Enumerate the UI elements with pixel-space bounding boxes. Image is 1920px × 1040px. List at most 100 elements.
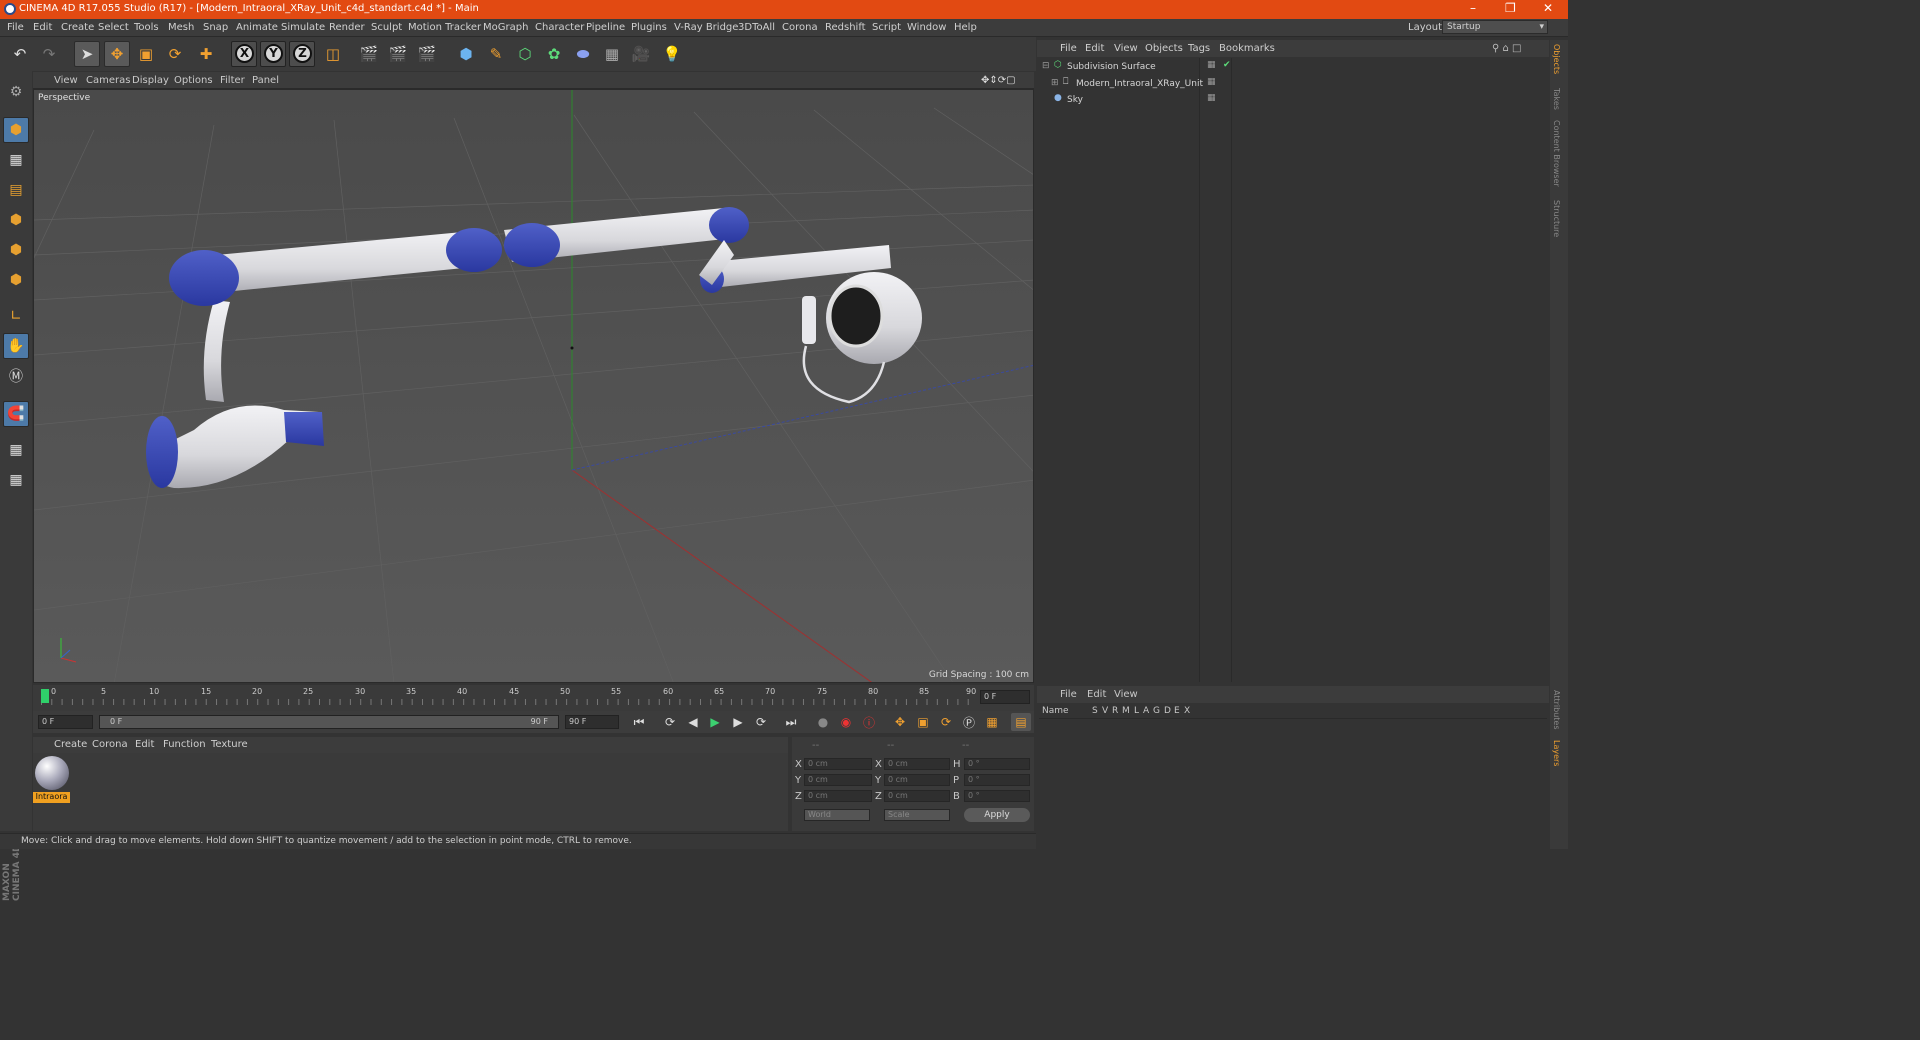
move-icon[interactable]: ✥ [104, 41, 130, 67]
obj-menu-file[interactable]: File [1060, 43, 1077, 54]
size-y-field[interactable]: 0 cm [884, 774, 950, 786]
rotate-icon[interactable]: ⟳ [162, 41, 188, 67]
timeline-ruler[interactable]: 0 5 10 15 20 25 30 35 40 45 50 55 60 65 … [33, 685, 1034, 711]
make-editable-icon[interactable]: ⚙ [3, 79, 29, 105]
tweak-mode-icon[interactable]: ✋ [3, 333, 29, 359]
workplane-icon[interactable]: ▤ [3, 177, 29, 203]
menu-redshift[interactable]: Redshift [825, 22, 866, 33]
workplane-lock-icon[interactable]: ▦ [3, 437, 29, 463]
key-scale-icon[interactable]: ▣ [913, 713, 933, 731]
edges-mode-icon[interactable]: ⬢ [3, 237, 29, 263]
menu-motion-tracker[interactable]: Motion Tracker [408, 22, 481, 33]
menu-render[interactable]: Render [329, 22, 365, 33]
floor-icon[interactable]: ▦ [599, 41, 625, 67]
cube-icon[interactable]: ⬢ [453, 41, 479, 67]
visibility-dots[interactable]: ▦ [1207, 60, 1216, 70]
timeline-layout-icon[interactable]: ▤ [1011, 713, 1031, 731]
subdivision-surface-icon[interactable]: ⬡ [512, 41, 538, 67]
size-z-field[interactable]: 0 cm [884, 790, 950, 802]
menu-simulate[interactable]: Simulate [281, 22, 325, 33]
prev-key-icon[interactable]: ⟳ [660, 713, 680, 731]
enabled-check-icon[interactable]: ✔ [1223, 60, 1231, 70]
rotation-p-field[interactable]: 0 ° [964, 774, 1030, 786]
y-axis-lock-button[interactable]: Y [260, 41, 286, 67]
model-mode-icon[interactable]: ⬢ [3, 117, 29, 143]
layer-menu-edit[interactable]: Edit [1087, 689, 1106, 700]
render-view-icon[interactable]: 🎬 [356, 41, 382, 67]
rotation-b-field[interactable]: 0 ° [964, 790, 1030, 802]
tab-attributes[interactable]: Attributes [1552, 690, 1561, 730]
keyframe-selection-icon[interactable]: ⓘ [859, 713, 879, 731]
menu-vray-bridge[interactable]: V-Ray Bridge [674, 22, 738, 33]
obj-menu-objects[interactable]: Objects [1145, 43, 1183, 54]
prev-frame-icon[interactable]: ◀ [683, 713, 703, 731]
tab-content-browser[interactable]: Content Browser [1552, 120, 1561, 187]
key-position-icon[interactable]: ✥ [890, 713, 910, 731]
viewport-menu-panel[interactable]: Panel [252, 75, 279, 86]
obj-search-icon[interactable]: ⚲ ⌂ □ [1492, 43, 1521, 54]
menu-select[interactable]: Select [98, 22, 129, 33]
end-frame-field[interactable]: 0 F [980, 690, 1030, 704]
material-menu-texture[interactable]: Texture [211, 739, 248, 750]
texture-mode-icon[interactable]: ▦ [3, 147, 29, 173]
material-menu-function[interactable]: Function [163, 739, 206, 750]
menu-window[interactable]: Window [907, 22, 946, 33]
tab-structure[interactable]: Structure [1552, 200, 1561, 237]
next-key-icon[interactable]: ⟳ [751, 713, 771, 731]
auto-key-icon[interactable]: ◉ [836, 713, 856, 731]
material-menu-corona[interactable]: Corona [92, 739, 128, 750]
material-name-label[interactable]: Intraora [33, 792, 70, 803]
z-axis-lock-button[interactable]: Z [289, 41, 315, 67]
obj-menu-view[interactable]: View [1114, 43, 1138, 54]
apply-button[interactable]: Apply [964, 808, 1030, 822]
tab-layers[interactable]: Layers [1552, 740, 1561, 766]
mograph-cloner-icon[interactable]: ✿ [541, 41, 567, 67]
menu-animate[interactable]: Animate [236, 22, 278, 33]
menu-pipeline[interactable]: Pipeline [586, 22, 625, 33]
viewport-menu-cameras[interactable]: Cameras [86, 75, 130, 86]
menu-3dtoall[interactable]: 3DToAll [738, 22, 775, 33]
menu-edit[interactable]: Edit [33, 22, 52, 33]
grid-snap-icon[interactable]: ▦ [3, 467, 29, 493]
points-mode-icon[interactable]: ⬢ [3, 207, 29, 233]
coord-system-select[interactable]: World [804, 809, 870, 821]
go-to-start-icon[interactable]: ⏮ [629, 713, 649, 731]
position-y-field[interactable]: 0 cm [804, 774, 872, 786]
menu-script[interactable]: Script [872, 22, 901, 33]
tab-takes[interactable]: Takes [1552, 88, 1561, 110]
object-row-xray-unit[interactable]: ⊞ ⎕ Modern_Intraoral_XRay_Unit ▦ [1039, 77, 1547, 93]
go-to-end-icon[interactable]: ⏭ [781, 713, 801, 731]
playhead-marker[interactable] [41, 689, 49, 703]
undo-icon[interactable]: ↶ [7, 41, 33, 67]
snap-icon[interactable]: Ⓜ [3, 363, 29, 389]
position-z-field[interactable]: 0 cm [804, 790, 872, 802]
render-region-icon[interactable]: 🎬 [385, 41, 411, 67]
play-icon[interactable]: ▶ [705, 713, 725, 731]
position-x-field[interactable]: 0 cm [804, 758, 872, 770]
camera-icon[interactable]: 🎥 [628, 41, 654, 67]
perspective-viewport[interactable]: Perspective Grid Spacing : 100 cm [33, 89, 1034, 683]
magnet-icon[interactable]: 🧲 [3, 401, 29, 427]
obj-menu-bookmarks[interactable]: Bookmarks [1219, 43, 1275, 54]
minimize-icon[interactable]: – [1470, 1, 1476, 15]
layer-menu-file[interactable]: File [1060, 689, 1077, 700]
visibility-dots[interactable]: ▦ [1207, 77, 1216, 87]
menu-mesh[interactable]: Mesh [168, 22, 194, 33]
size-mode-select[interactable]: Scale [884, 809, 950, 821]
x-axis-lock-button[interactable]: X [231, 41, 257, 67]
frame-ruler[interactable]: 0 5 10 15 20 25 30 35 40 45 50 55 60 65 … [41, 687, 976, 705]
next-frame-icon[interactable]: ▶ [728, 713, 748, 731]
restore-icon[interactable]: ❐ [1505, 1, 1516, 15]
scale-icon[interactable]: ▣ [133, 41, 159, 67]
tab-objects[interactable]: Objects [1552, 44, 1561, 74]
key-pla-icon[interactable]: ▦ [982, 713, 1002, 731]
layout-select[interactable]: Startup ▾ [1442, 20, 1548, 34]
menu-file[interactable]: File [7, 22, 24, 33]
material-menu-create[interactable]: Create [54, 739, 87, 750]
viewport-nav-icons[interactable]: ✥⇕⟳▢ [981, 75, 1016, 86]
max-frame-field[interactable]: 90 F [565, 715, 619, 729]
transform-icon[interactable]: ✚ [193, 41, 219, 67]
viewport-menu-options[interactable]: Options [174, 75, 213, 86]
key-param-icon[interactable]: Ⓟ [959, 713, 979, 731]
obj-menu-edit[interactable]: Edit [1085, 43, 1104, 54]
